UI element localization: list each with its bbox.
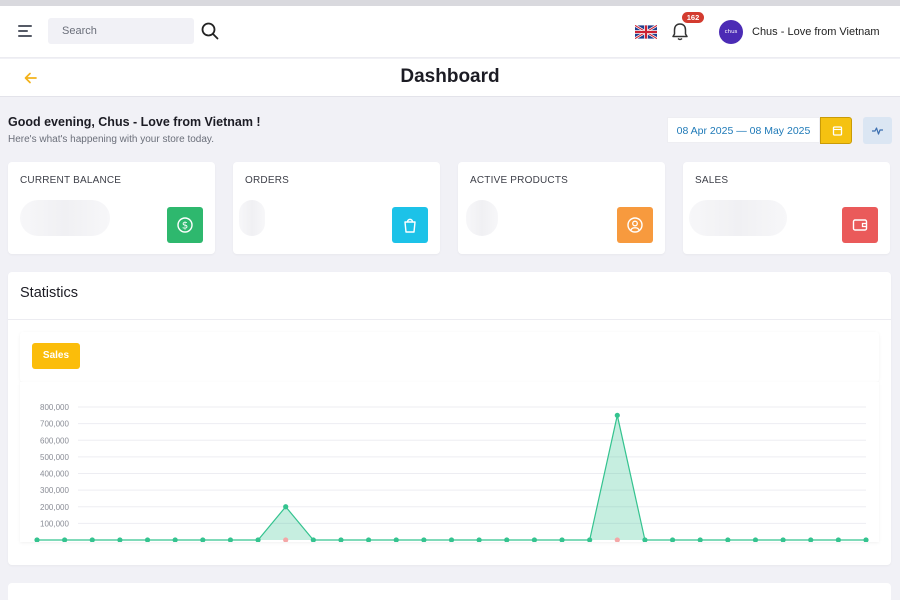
data-point <box>559 537 565 542</box>
data-point <box>34 537 40 542</box>
y-tick-label: 700,000 <box>40 420 69 429</box>
user-circle-icon <box>617 207 653 243</box>
statistics-panel: Statistics Sales 100,000 200,000 300,000 40… <box>8 272 891 565</box>
data-point <box>808 537 814 542</box>
card-orders: ORDERS <box>233 162 440 254</box>
card-label: CURRENT BALANCE <box>20 175 122 186</box>
user-name[interactable]: Chus - Love from Vietnam <box>752 26 880 38</box>
data-point <box>283 504 289 510</box>
card-active-products: ACTIVE PRODUCTS <box>458 162 665 254</box>
sales-chart: 100,000 200,000 300,000 400,000 500,000 600,0… <box>20 382 879 542</box>
activity-button[interactable] <box>863 117 892 144</box>
next-panel <box>8 583 891 600</box>
data-point <box>227 537 234 542</box>
data-point <box>752 537 759 542</box>
data-point <box>614 412 620 418</box>
tab-sales[interactable]: Sales <box>32 343 80 369</box>
calendar-button[interactable] <box>820 117 852 144</box>
wallet-icon <box>842 207 878 243</box>
y-tick-label: 300,000 <box>40 486 69 495</box>
statistics-header: Statistics <box>8 272 891 320</box>
data-point <box>725 537 731 542</box>
data-point <box>835 537 841 542</box>
y-tick-label: 600,000 <box>40 436 69 445</box>
data-point <box>448 537 455 542</box>
bell-icon[interactable] <box>670 21 690 43</box>
avatar[interactable]: chus <box>719 20 743 44</box>
data-point <box>504 537 510 542</box>
series-area <box>37 415 866 540</box>
loading-placeholder <box>20 200 110 236</box>
series-line <box>37 415 866 541</box>
top-bar: 162 chus Chus - Love from Vietnam <box>0 6 900 58</box>
loading-placeholder <box>466 200 498 236</box>
card-label: ORDERS <box>245 175 289 186</box>
y-tick-label: 400,000 <box>40 470 69 479</box>
data-point <box>476 537 482 542</box>
card-sales: SALES <box>683 162 890 254</box>
data-point <box>144 537 151 542</box>
data-point <box>697 537 703 542</box>
statistics-title: Statistics <box>20 285 79 301</box>
data-point <box>421 537 427 542</box>
notification-badge: 162 <box>682 12 704 23</box>
shopping-bag-icon <box>392 207 428 243</box>
svg-text:$: $ <box>182 221 188 232</box>
card-current-balance: CURRENT BALANCE $ <box>8 162 215 254</box>
data-point <box>366 537 372 542</box>
y-tick-label: 500,000 <box>40 453 69 462</box>
greeting-subtitle: Here's what's happening with your store … <box>8 134 214 145</box>
data-point <box>531 537 537 542</box>
data-point <box>117 537 123 542</box>
date-range-picker[interactable]: 08 Apr 2025 — 08 May 2025 <box>667 117 820 143</box>
card-label: SALES <box>695 175 729 186</box>
sales-chart-svg: 100,000 200,000 300,000 400,000 500,000 600,0… <box>34 403 869 542</box>
search-input[interactable] <box>48 18 194 44</box>
loading-placeholder <box>239 200 265 236</box>
y-tick-label: 100,000 <box>40 519 69 528</box>
data-point <box>89 537 95 542</box>
card-label: ACTIVE PRODUCTS <box>470 175 569 186</box>
greeting-text: Good evening, Chus - Love from Vietnam ! <box>8 115 261 129</box>
title-bar: Dashboard <box>0 59 900 97</box>
loading-placeholder <box>689 200 787 236</box>
data-point <box>393 537 399 542</box>
search-icon[interactable] <box>200 21 220 41</box>
data-point <box>200 537 206 542</box>
chart-tabs-bar <box>20 332 879 382</box>
y-tick-label: 200,000 <box>40 503 69 512</box>
page-title: Dashboard <box>400 66 500 87</box>
data-point <box>863 537 869 542</box>
data-point <box>780 537 786 542</box>
dollar-icon: $ <box>167 207 203 243</box>
data-point <box>172 537 178 542</box>
uk-flag-icon[interactable] <box>634 24 658 40</box>
menu-icon[interactable] <box>18 22 38 40</box>
y-tick-label: 800,000 <box>40 403 69 412</box>
data-point <box>62 537 68 542</box>
data-point <box>338 537 344 542</box>
data-point <box>669 537 676 542</box>
